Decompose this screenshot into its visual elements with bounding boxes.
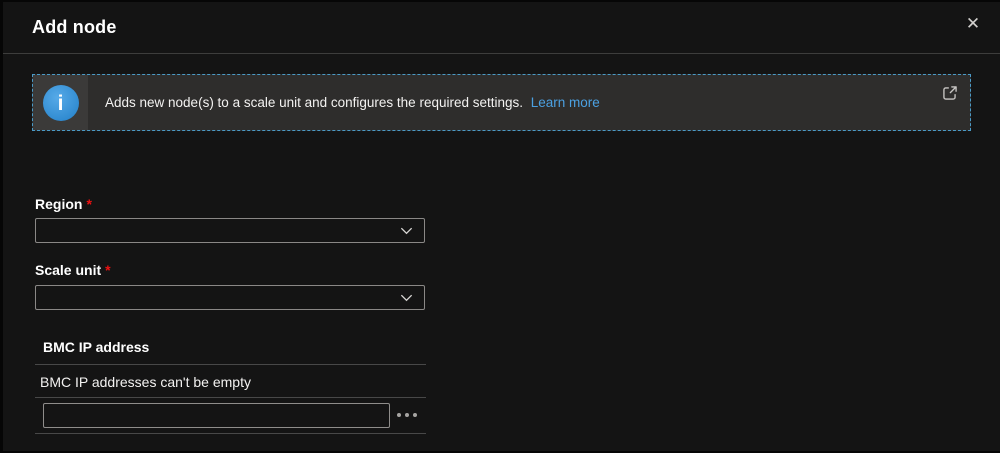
info-icon-well: i <box>33 75 88 130</box>
ellipsis-dot <box>405 413 409 417</box>
ellipsis-dot <box>397 413 401 417</box>
region-label: Region* <box>35 196 92 212</box>
scale-unit-label-text: Scale unit <box>35 262 101 278</box>
divider <box>35 433 426 434</box>
scale-unit-label: Scale unit* <box>35 262 111 278</box>
close-button[interactable]: ✕ <box>960 11 986 37</box>
panel-header: Add node <box>3 2 1000 54</box>
region-label-text: Region <box>35 196 82 212</box>
learn-more-link[interactable]: Learn more <box>531 95 600 110</box>
banner-message-text: Adds new node(s) to a scale unit and con… <box>105 95 523 110</box>
divider <box>35 397 426 398</box>
region-required-asterisk: * <box>82 196 91 212</box>
add-node-panel: Add node ✕ i Adds new node(s) to a scale… <box>0 0 1000 453</box>
bmc-ip-input[interactable] <box>43 403 390 428</box>
bmc-validation-message: BMC IP addresses can't be empty <box>40 374 251 390</box>
info-banner: i Adds new node(s) to a scale unit and c… <box>32 74 971 131</box>
chevron-down-icon <box>399 290 414 305</box>
region-dropdown[interactable] <box>35 218 425 243</box>
scale-unit-dropdown[interactable] <box>35 285 425 310</box>
divider <box>35 364 426 365</box>
chevron-down-icon <box>399 223 414 238</box>
scale-unit-required-asterisk: * <box>101 262 110 278</box>
more-options-button[interactable] <box>395 407 419 423</box>
bmc-section-title: BMC IP address <box>43 339 149 355</box>
open-external-icon[interactable] <box>941 84 959 102</box>
ellipsis-dot <box>413 413 417 417</box>
info-icon: i <box>43 85 79 121</box>
page-title: Add node <box>32 17 117 38</box>
banner-message: Adds new node(s) to a scale unit and con… <box>105 95 600 110</box>
